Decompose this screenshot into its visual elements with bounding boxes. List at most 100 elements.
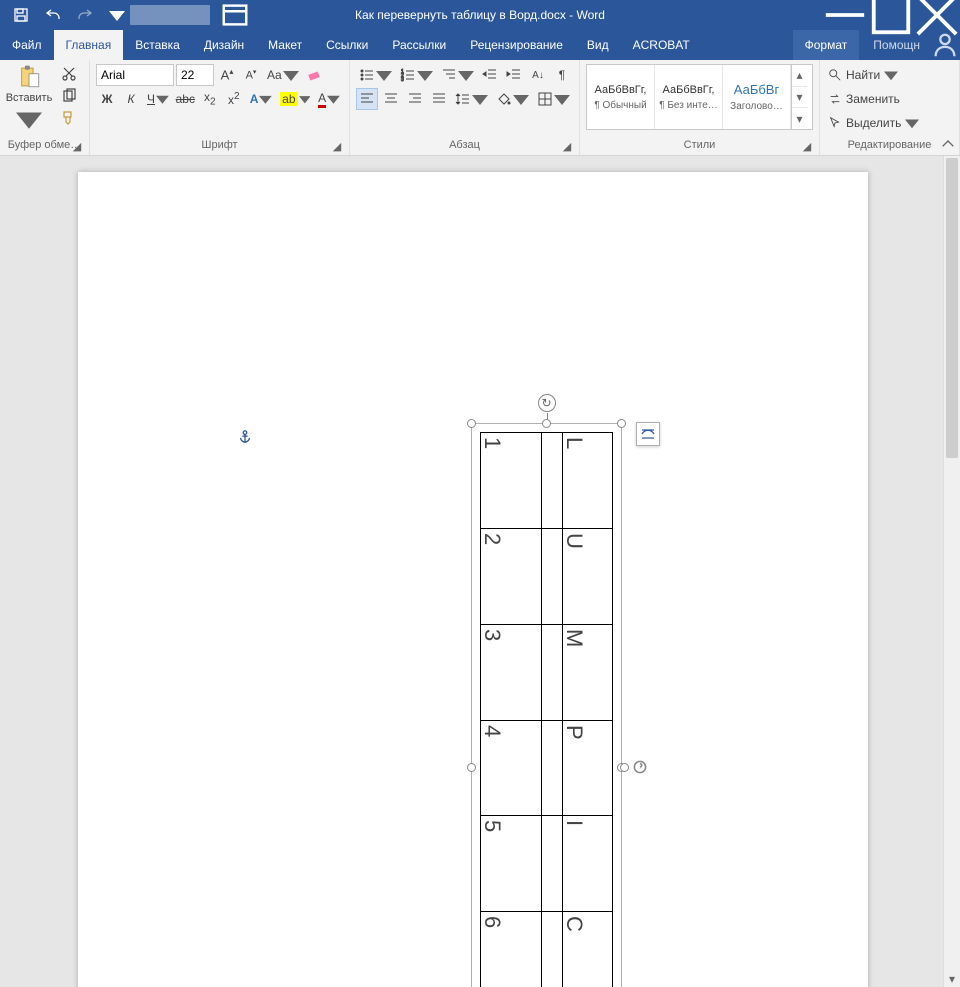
table-cell[interactable]: 6: [481, 912, 542, 987]
bold-button[interactable]: Ж: [96, 88, 118, 110]
table-row[interactable]: 6C: [481, 912, 613, 987]
close-button[interactable]: [914, 0, 960, 30]
resize-handle-ml[interactable]: [467, 763, 476, 772]
font-launcher[interactable]: ◢: [331, 141, 343, 153]
shrink-font-button[interactable]: A▾: [240, 64, 262, 86]
font-name-combo[interactable]: [96, 64, 174, 86]
paragraph-launcher[interactable]: ◢: [561, 141, 573, 153]
styles-gallery[interactable]: АаБбВвГг, ¶ Обычный АаБбВвГг, ¶ Без инте…: [586, 64, 813, 130]
italic-button[interactable]: К: [120, 88, 142, 110]
tab-file[interactable]: Файл: [0, 30, 54, 60]
font-size-combo[interactable]: [176, 64, 214, 86]
tab-mailings[interactable]: Рассылки: [380, 30, 458, 60]
vertical-scrollbar[interactable]: ▴ ▾: [943, 156, 960, 987]
minimize-button[interactable]: [822, 0, 868, 30]
styles-gallery-more[interactable]: ▴▾▾: [791, 65, 807, 129]
table-cell[interactable]: I: [562, 816, 612, 912]
text-effects-button[interactable]: A: [247, 88, 275, 110]
customize-qat-button[interactable]: [104, 2, 130, 28]
select-button[interactable]: Выделить: [826, 112, 953, 134]
borders-button[interactable]: [534, 88, 573, 110]
styles-launcher[interactable]: ◢: [801, 141, 813, 153]
table-cell[interactable]: [541, 528, 562, 624]
table-cell[interactable]: [541, 433, 562, 529]
save-button[interactable]: [8, 2, 34, 28]
resize-handle-tr[interactable]: [617, 419, 626, 428]
sort-button[interactable]: А↓: [527, 64, 549, 86]
subscript-button[interactable]: x2: [199, 88, 221, 110]
maximize-button[interactable]: [868, 0, 914, 30]
underline-button[interactable]: Ч: [144, 88, 172, 110]
table-cell[interactable]: L: [562, 433, 612, 529]
document-scroll[interactable]: ↻ 1L2U3M4P5I6C7S: [0, 156, 943, 987]
style-normal[interactable]: АаБбВвГг, ¶ Обычный: [587, 65, 655, 129]
ribbon-display-options-button[interactable]: [220, 0, 250, 30]
table-cell[interactable]: P: [562, 720, 612, 816]
find-button[interactable]: Найти: [826, 64, 953, 86]
resize-handle-tl[interactable]: [467, 419, 476, 428]
replace-button[interactable]: Заменить: [826, 88, 953, 110]
decrease-indent-button[interactable]: [479, 64, 501, 86]
tab-insert[interactable]: Вставка: [123, 30, 192, 60]
table-row[interactable]: 1L: [481, 433, 613, 529]
layout-options-flyout[interactable]: [636, 422, 660, 446]
shading-button[interactable]: [493, 88, 532, 110]
table-cell[interactable]: M: [562, 624, 612, 720]
page[interactable]: ↻ 1L2U3M4P5I6C7S: [78, 172, 868, 987]
layout-side-handle[interactable]: [620, 758, 649, 776]
justify-button[interactable]: [428, 88, 450, 110]
tab-view[interactable]: Вид: [575, 30, 621, 60]
multilevel-list-button[interactable]: [438, 64, 477, 86]
table-row[interactable]: 4P: [481, 720, 613, 816]
account-button[interactable]: [130, 5, 210, 25]
copy-button[interactable]: [58, 86, 80, 106]
clear-formatting-button[interactable]: [304, 64, 326, 86]
table-row[interactable]: 2U: [481, 528, 613, 624]
table-cell[interactable]: 2: [481, 528, 542, 624]
table-cell[interactable]: [541, 912, 562, 987]
selected-object-frame[interactable]: ↻ 1L2U3M4P5I6C7S: [471, 423, 622, 987]
font-color-button[interactable]: A: [315, 88, 343, 110]
table-cell[interactable]: 4: [481, 720, 542, 816]
tab-home[interactable]: Главная: [54, 30, 124, 60]
table-cell[interactable]: 1: [481, 433, 542, 529]
rotate-handle[interactable]: ↻: [538, 394, 556, 412]
style-no-spacing[interactable]: АаБбВвГг, ¶ Без инте…: [655, 65, 723, 129]
cut-button[interactable]: [58, 64, 80, 84]
bullets-button[interactable]: [356, 64, 395, 86]
align-center-button[interactable]: [380, 88, 402, 110]
highlight-button[interactable]: ab: [277, 88, 313, 110]
tab-review[interactable]: Рецензирование: [458, 30, 575, 60]
table-row[interactable]: 5I: [481, 816, 613, 912]
tab-references[interactable]: Ссылки: [314, 30, 380, 60]
line-spacing-button[interactable]: [452, 88, 491, 110]
resize-handle-tm[interactable]: [542, 419, 551, 428]
rotated-table[interactable]: 1L2U3M4P5I6C7S: [480, 432, 613, 987]
format-painter-button[interactable]: [58, 108, 80, 128]
grow-font-button[interactable]: A▴: [216, 64, 238, 86]
table-cell[interactable]: C: [562, 912, 612, 987]
align-left-button[interactable]: [356, 88, 378, 110]
paste-button[interactable]: Вставить: [6, 64, 52, 132]
tab-design[interactable]: Дизайн: [192, 30, 256, 60]
style-heading1[interactable]: АаБбВг Заголово…: [723, 65, 791, 129]
change-case-button[interactable]: Aa: [264, 64, 302, 86]
tab-layout[interactable]: Макет: [256, 30, 314, 60]
strikethrough-button[interactable]: abc: [174, 88, 197, 110]
numbering-button[interactable]: 123: [397, 64, 436, 86]
table-cell[interactable]: [541, 720, 562, 816]
table-cell[interactable]: 5: [481, 816, 542, 912]
table-cell[interactable]: U: [562, 528, 612, 624]
clipboard-launcher[interactable]: ◢: [71, 141, 83, 153]
table-row[interactable]: 3M: [481, 624, 613, 720]
collapse-ribbon-button[interactable]: [940, 137, 956, 153]
table-cell[interactable]: 3: [481, 624, 542, 720]
tab-acrobat[interactable]: ACROBAT: [621, 30, 702, 60]
table-cell[interactable]: [541, 816, 562, 912]
show-marks-button[interactable]: ¶: [551, 64, 573, 86]
scroll-thumb[interactable]: [946, 158, 958, 458]
scroll-down-button[interactable]: ▾: [944, 970, 960, 987]
undo-button[interactable]: [40, 2, 66, 28]
superscript-button[interactable]: x2: [223, 88, 245, 110]
table-cell[interactable]: [541, 624, 562, 720]
